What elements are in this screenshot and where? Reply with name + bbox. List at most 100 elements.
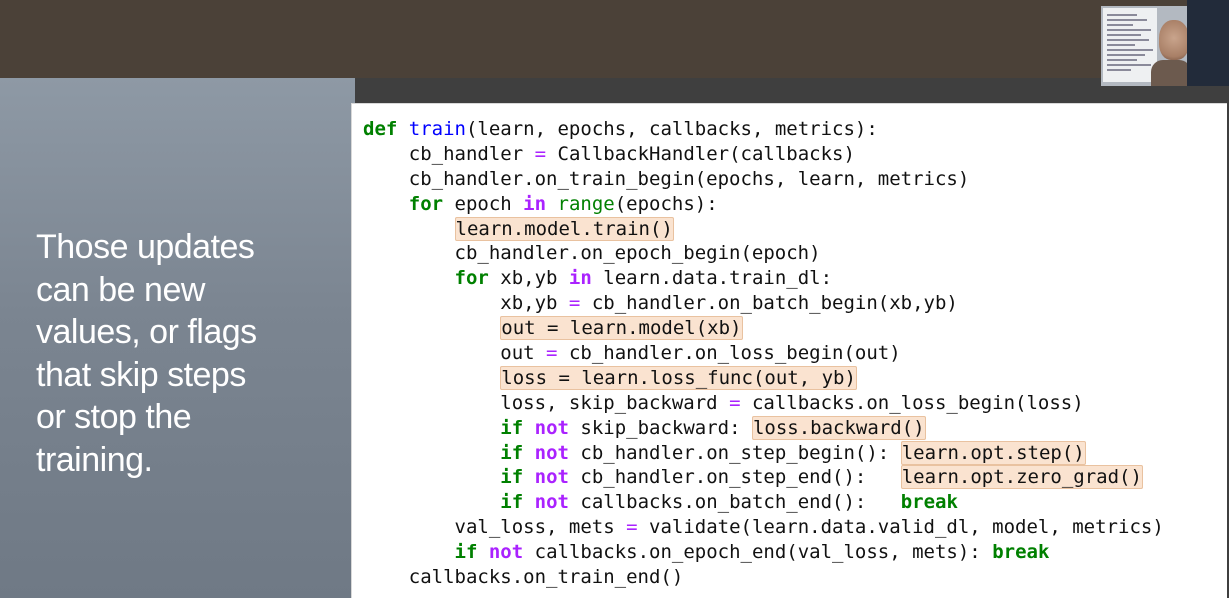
code-token: train bbox=[408, 118, 466, 140]
code-token: callbacks.on_loss_begin(loss) bbox=[740, 391, 1084, 414]
presenter-shirt bbox=[1151, 60, 1187, 86]
code-line: for xb,yb in learn.data.train_dl: bbox=[363, 266, 1164, 291]
slide-text-line: can be new bbox=[36, 270, 205, 309]
top-band bbox=[0, 0, 1229, 78]
code-token: val_loss, mets bbox=[454, 516, 627, 539]
highlighted-code: out = learn.model(xb) bbox=[500, 316, 743, 341]
code-line: def train(learn, epochs, callbacks, metr… bbox=[363, 117, 1164, 142]
code-line: if not cb_handler.on_step_begin(): learn… bbox=[363, 440, 1164, 466]
code-line: if not callbacks.on_batch_end(): break bbox=[363, 490, 1164, 515]
code-line: cb_handler = CallbackHandler(callbacks) bbox=[363, 142, 1164, 167]
code-line: val_loss, mets = validate(learn.data.val… bbox=[363, 515, 1164, 540]
code-block: def train(learn, epochs, callbacks, metr… bbox=[363, 117, 1164, 590]
code-line: learn.model.train() bbox=[363, 216, 1164, 242]
highlighted-code: loss = learn.loss_func(out, yb) bbox=[500, 365, 857, 390]
code-token: xb,yb bbox=[488, 267, 569, 290]
code-token: def bbox=[363, 118, 398, 140]
code-token: validate(learn.data.valid_dl, model, met… bbox=[637, 516, 1164, 539]
code-token: callbacks.on_train_end() bbox=[408, 566, 684, 589]
code-token: not bbox=[534, 441, 569, 464]
code-token: cb_handler.on_train_begin(epochs, learn,… bbox=[408, 167, 970, 190]
code-panel: def train(learn, epochs, callbacks, metr… bbox=[351, 103, 1227, 598]
code-line: cb_handler.on_epoch_begin(epoch) bbox=[363, 241, 1164, 266]
code-token: = bbox=[626, 516, 638, 539]
code-token: = bbox=[729, 391, 741, 414]
code-token: if bbox=[500, 441, 524, 464]
code-token: cb_handler.on_step_end(): bbox=[568, 466, 901, 489]
presenter-webcam-icon bbox=[1101, 6, 1187, 86]
code-token: cb_handler.on_batch_begin(xb,yb) bbox=[580, 292, 958, 315]
code-token: (epochs): bbox=[614, 192, 718, 215]
slide-text: Those updates can be new values, or flag… bbox=[36, 226, 336, 481]
code-line: out = learn.model(xb) bbox=[363, 316, 1164, 341]
highlighted-code: loss.backward() bbox=[751, 415, 926, 440]
code-token: in bbox=[568, 267, 592, 290]
slide-text-line: Those updates bbox=[36, 228, 255, 266]
code-line: if not callbacks.on_epoch_end(val_loss, … bbox=[363, 540, 1164, 565]
code-token: break bbox=[900, 491, 958, 514]
code-line: if not skip_backward: loss.backward() bbox=[363, 415, 1164, 441]
code-token: (learn, epochs, callbacks, metrics): bbox=[465, 118, 878, 140]
code-token: xb,yb bbox=[500, 292, 569, 315]
code-token: CallbackHandler(callbacks) bbox=[546, 142, 855, 165]
code-token: for bbox=[454, 267, 489, 290]
code-token: cb_handler.on_step_begin(): bbox=[568, 441, 901, 464]
code-token: range bbox=[557, 192, 615, 215]
slide-text-line: or stop the bbox=[36, 398, 192, 436]
code-token: learn.data.train_dl: bbox=[591, 267, 833, 290]
code-token: if bbox=[454, 541, 478, 564]
slide-text-line: that skip steps bbox=[36, 355, 246, 394]
code-token: = bbox=[534, 142, 547, 165]
code-token: = bbox=[546, 342, 558, 365]
code-line: callbacks.on_train_end() bbox=[363, 565, 1164, 590]
highlighted-code: learn.opt.step() bbox=[900, 440, 1086, 465]
code-token: skip_backward: bbox=[568, 416, 752, 439]
presenter-face bbox=[1159, 20, 1187, 60]
code-line: loss, skip_backward = callbacks.on_loss_… bbox=[363, 391, 1164, 416]
code-token: not bbox=[534, 416, 569, 439]
code-token: not bbox=[488, 541, 524, 564]
code-token: not bbox=[534, 491, 569, 514]
code-token: cb_handler.on_epoch_begin(epoch) bbox=[454, 242, 821, 265]
code-line: out = cb_handler.on_loss_begin(out) bbox=[363, 341, 1164, 366]
code-line: for epoch in range(epochs): bbox=[363, 192, 1164, 217]
code-token: cb_handler bbox=[408, 142, 535, 165]
code-line: cb_handler.on_train_begin(epochs, learn,… bbox=[363, 167, 1164, 192]
code-token: epoch bbox=[443, 192, 524, 215]
code-token: if bbox=[500, 416, 524, 439]
highlighted-code: learn.model.train() bbox=[454, 216, 674, 241]
code-token: break bbox=[992, 541, 1050, 564]
slide-text-line: values, or flags bbox=[36, 313, 257, 351]
code-line: if not cb_handler.on_step_end(): learn.o… bbox=[363, 465, 1164, 490]
webcam-background bbox=[1187, 0, 1229, 86]
code-token: cb_handler.on_loss_begin(out) bbox=[557, 342, 901, 365]
code-token: if bbox=[500, 491, 524, 514]
code-token: = bbox=[568, 292, 581, 315]
webcam-monitor-screen bbox=[1103, 8, 1157, 82]
code-token: not bbox=[534, 466, 569, 489]
highlighted-code: learn.opt.zero_grad() bbox=[900, 465, 1143, 490]
